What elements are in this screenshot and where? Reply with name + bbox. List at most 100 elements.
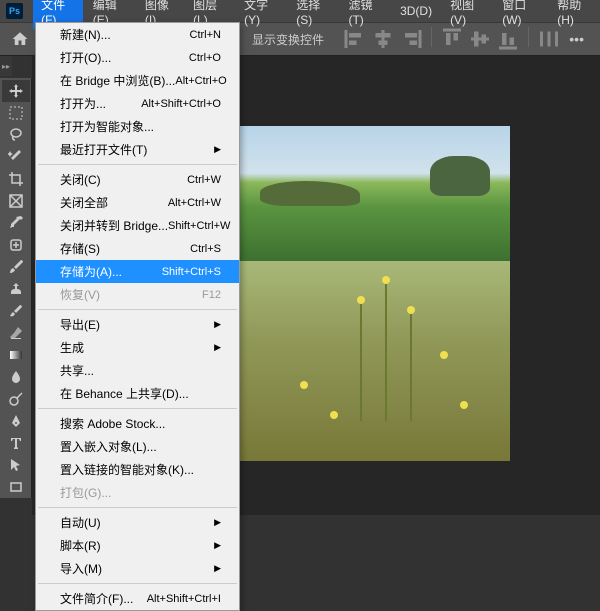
menu-item[interactable]: 导出(E)▶ — [36, 313, 239, 336]
menu-item-label: 置入嵌入对象(L)... — [60, 438, 157, 455]
menu-separator — [38, 507, 237, 508]
menu-item-shortcut: Shift+Ctrl+W — [168, 220, 230, 232]
menu-separator — [38, 408, 237, 409]
align-right-icon[interactable] — [399, 27, 423, 51]
menu-item[interactable]: 关闭并转到 Bridge...Shift+Ctrl+W — [36, 214, 239, 237]
healing-brush-tool[interactable] — [2, 234, 30, 256]
menu-item-shortcut: F12 — [202, 289, 221, 301]
menu-item: 恢复(V) F12 — [36, 283, 239, 306]
menu-item[interactable]: 置入嵌入对象(L)... — [36, 435, 239, 458]
menu-item-label: 在 Bridge 中浏览(B)... — [60, 72, 175, 89]
pen-tool[interactable] — [2, 410, 30, 432]
menu-item-label: 打开为... — [60, 95, 106, 112]
submenu-arrow-icon: ▶ — [214, 540, 221, 551]
more-options-icon[interactable]: ••• — [561, 31, 592, 47]
menu-item-shortcut: Alt+Shift+Ctrl+I — [147, 593, 221, 605]
menu-item: 打包(G)... — [36, 481, 239, 504]
menu-item-label: 恢复(V) — [60, 286, 100, 303]
submenu-arrow-icon: ▶ — [214, 319, 221, 330]
menu-item-label: 打开为智能对象... — [60, 118, 154, 135]
move-tool[interactable] — [2, 80, 30, 102]
separator — [528, 27, 529, 47]
menu-item[interactable]: 导入(M) ▶ — [36, 557, 239, 580]
submenu-arrow-icon: ▶ — [214, 517, 221, 528]
menu-help[interactable]: 帮助(H) — [549, 0, 600, 29]
align-top-icon[interactable] — [440, 27, 464, 51]
marquee-tool[interactable] — [2, 102, 30, 124]
home-icon[interactable] — [8, 27, 32, 51]
expand-panel-icon[interactable]: ▸▸ — [0, 56, 12, 76]
menu-item-shortcut: Alt+Shift+Ctrl+O — [141, 98, 221, 110]
app-logo: Ps — [6, 3, 23, 19]
menu-item[interactable]: 文件简介(F)...Alt+Shift+Ctrl+I — [36, 587, 239, 610]
menu-item-label: 导入(M) — [60, 560, 102, 577]
menu-item[interactable]: 在 Bridge 中浏览(B)...Alt+Ctrl+O — [36, 69, 239, 92]
menu-item[interactable]: 置入链接的智能对象(K)... — [36, 458, 239, 481]
document-image — [240, 126, 510, 461]
toolbar — [0, 78, 32, 498]
submenu-arrow-icon: ▶ — [214, 563, 221, 574]
separator — [431, 27, 432, 47]
menu-item-label: 新建(N)... — [60, 26, 111, 43]
menu-item-shortcut: Ctrl+S — [190, 243, 221, 255]
menu-item-label: 存储(S) — [60, 240, 100, 257]
menu-item[interactable]: 存储为(A)... Shift+Ctrl+S — [36, 260, 239, 283]
menu-item[interactable]: 关闭全部 Alt+Ctrl+W — [36, 191, 239, 214]
menu-item[interactable]: 自动(U)▶ — [36, 511, 239, 534]
align-left-icon[interactable] — [343, 27, 367, 51]
submenu-arrow-icon: ▶ — [214, 342, 221, 353]
brush-tool[interactable] — [2, 256, 30, 278]
menu-item[interactable]: 最近打开文件(T) ▶ — [36, 138, 239, 161]
menu-item[interactable]: 打开为智能对象... — [36, 115, 239, 138]
gradient-tool[interactable] — [2, 344, 30, 366]
menu-select[interactable]: 选择(S) — [288, 0, 338, 29]
align-bottom-icon[interactable] — [496, 27, 520, 51]
menu-item[interactable]: 存储(S) Ctrl+S — [36, 237, 239, 260]
menu-item[interactable]: 打开为... Alt+Shift+Ctrl+O — [36, 92, 239, 115]
menu-item[interactable]: 生成▶ — [36, 336, 239, 359]
history-brush-tool[interactable] — [2, 300, 30, 322]
distribute-icon[interactable] — [537, 27, 561, 51]
menu-type[interactable]: 文字(Y) — [236, 0, 286, 29]
menu-item[interactable]: 共享... — [36, 359, 239, 382]
clone-stamp-tool[interactable] — [2, 278, 30, 300]
menu-separator — [38, 583, 237, 584]
menubar: Ps 文件(F) 编辑(E) 图像(I) 图层(L) 文字(Y) 选择(S) 滤… — [0, 0, 600, 22]
menu-item-label: 存储为(A)... — [60, 263, 122, 280]
menu-3d[interactable]: 3D(D) — [392, 2, 440, 20]
magic-wand-tool[interactable] — [2, 146, 30, 168]
menu-item[interactable]: 打开(O)...Ctrl+O — [36, 46, 239, 69]
menu-item[interactable]: 关闭(C)Ctrl+W — [36, 168, 239, 191]
menu-item-label: 最近打开文件(T) — [60, 141, 147, 158]
align-middle-icon[interactable] — [468, 27, 492, 51]
menu-item-label: 关闭并转到 Bridge... — [60, 217, 168, 234]
menu-item-shortcut: Shift+Ctrl+S — [162, 266, 221, 278]
menu-item[interactable]: 脚本(R) ▶ — [36, 534, 239, 557]
menu-view[interactable]: 视图(V) — [442, 0, 492, 29]
menu-separator — [38, 164, 237, 165]
menu-item-label: 关闭全部 — [60, 194, 108, 211]
file-menu-dropdown: 新建(N)...Ctrl+N打开(O)...Ctrl+O在 Bridge 中浏览… — [35, 22, 240, 611]
menu-item-label: 脚本(R) — [60, 537, 101, 554]
crop-tool[interactable] — [2, 168, 30, 190]
blur-tool[interactable] — [2, 366, 30, 388]
path-select-tool[interactable] — [2, 454, 30, 476]
menu-item-shortcut: Ctrl+N — [190, 29, 221, 41]
rectangle-tool[interactable] — [2, 476, 30, 498]
frame-tool[interactable] — [2, 190, 30, 212]
lasso-tool[interactable] — [2, 124, 30, 146]
eraser-tool[interactable] — [2, 322, 30, 344]
menu-item[interactable]: 搜索 Adobe Stock... — [36, 412, 239, 435]
menu-item[interactable]: 新建(N)... Ctrl+N — [36, 23, 239, 46]
menu-filter[interactable]: 滤镜(T) — [340, 0, 390, 29]
dodge-tool[interactable] — [2, 388, 30, 410]
menu-item-label: 置入链接的智能对象(K)... — [60, 461, 194, 478]
menu-item-label: 关闭(C) — [60, 171, 101, 188]
menu-item-shortcut: Alt+Ctrl+W — [168, 197, 221, 209]
eyedropper-tool[interactable] — [2, 212, 30, 234]
type-tool[interactable] — [2, 432, 30, 454]
menu-window[interactable]: 窗口(W) — [494, 0, 547, 29]
menu-item[interactable]: 在 Behance 上共享(D)... — [36, 382, 239, 405]
align-center-h-icon[interactable] — [371, 27, 395, 51]
submenu-arrow-icon: ▶ — [214, 144, 221, 155]
